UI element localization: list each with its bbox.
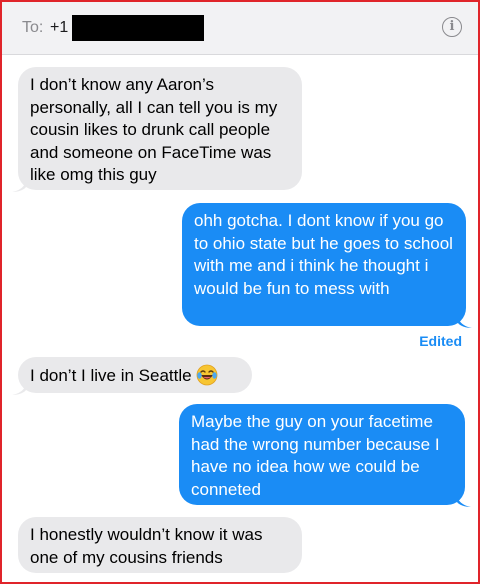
bubble-tail-icon <box>458 314 472 328</box>
screenshot-frame: To: +1 i I don’t know any Aaron’s person… <box>0 0 480 584</box>
info-icon[interactable]: i <box>442 17 462 37</box>
message-text: Maybe the guy on your facetime had the w… <box>191 412 440 499</box>
message-text: I don’t I live in Seattle <box>30 366 192 385</box>
message-text: I honestly wouldn’t know it was one of m… <box>30 525 263 567</box>
outgoing-message-bubble[interactable]: ohh gotcha. I dont know if you go to ohi… <box>182 203 466 326</box>
bubble-tail-icon <box>12 178 26 192</box>
incoming-message-bubble[interactable]: I don’t know any Aaron’s personally, all… <box>18 67 302 190</box>
edited-label[interactable]: Edited <box>419 333 462 349</box>
bubble-tail-icon <box>12 381 26 395</box>
to-label: To: <box>22 19 44 36</box>
conversation-header: To: +1 i <box>2 2 478 55</box>
message-text: I don’t know any Aaron’s personally, all… <box>30 75 278 184</box>
incoming-message-bubble[interactable]: I don’t I live in Seattle <box>18 357 252 393</box>
redaction-bar <box>72 15 204 41</box>
laughing-crying-emoji-icon <box>196 364 218 386</box>
incoming-message-bubble[interactable]: I honestly wouldn’t know it was one of m… <box>18 517 302 573</box>
outgoing-message-bubble[interactable]: Maybe the guy on your facetime had the w… <box>179 404 465 505</box>
message-text: ohh gotcha. I dont know if you go to ohi… <box>194 211 453 298</box>
bubble-tail-icon <box>457 493 471 507</box>
recipient-number[interactable]: +1 <box>50 19 68 37</box>
